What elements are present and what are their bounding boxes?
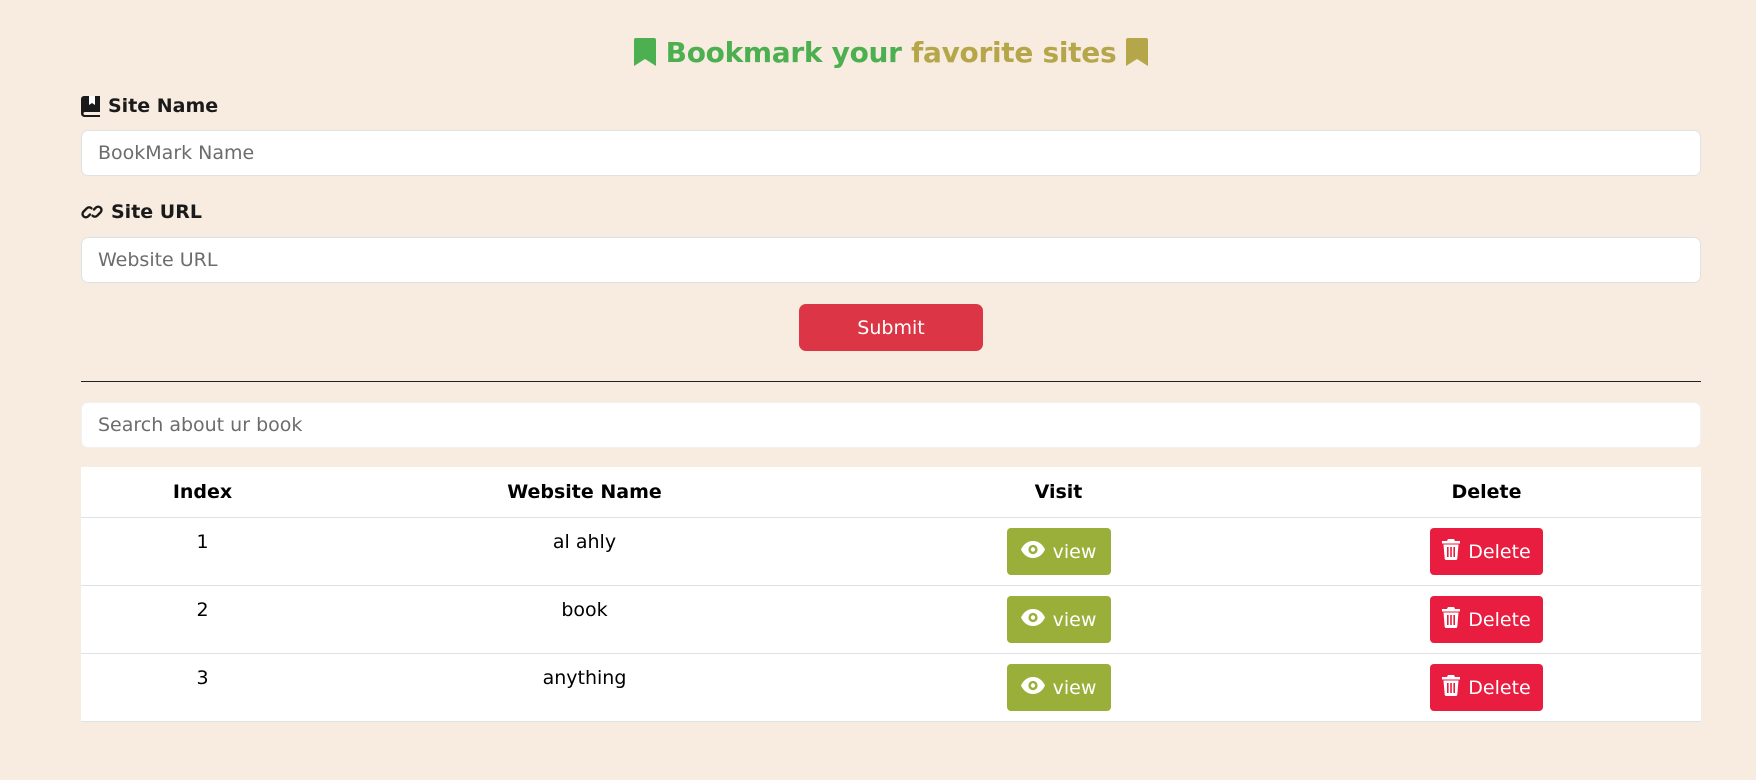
row-delete-cell: Delete: [1272, 585, 1701, 654]
row-website-name: book: [324, 585, 845, 654]
table-header-row: Index Website Name Visit Delete: [81, 467, 1701, 518]
header-website-name: Website Name: [324, 467, 845, 518]
eye-icon: [1020, 676, 1045, 699]
delete-button-label: Delete: [1468, 676, 1531, 699]
view-button[interactable]: view: [1006, 596, 1111, 643]
delete-button[interactable]: Delete: [1430, 596, 1543, 643]
delete-button-label: Delete: [1468, 608, 1531, 631]
page-title: Bookmark your favorite sites: [81, 34, 1701, 72]
delete-button[interactable]: Delete: [1430, 664, 1543, 711]
trash-icon: [1442, 538, 1461, 565]
table-row: 2 book view Delete: [81, 585, 1701, 654]
book-bookmark-icon: [81, 95, 100, 117]
bookmarks-table: Index Website Name Visit Delete 1 al ahl…: [81, 467, 1701, 722]
trash-icon: [1442, 674, 1461, 701]
row-index: 1: [81, 517, 324, 586]
row-website-name: al ahly: [324, 517, 845, 586]
row-index: 2: [81, 585, 324, 654]
view-button-label: view: [1052, 676, 1097, 699]
header-visit: Visit: [845, 467, 1272, 518]
header-delete: Delete: [1272, 467, 1701, 518]
view-button[interactable]: view: [1006, 528, 1111, 575]
site-url-label-text: Site URL: [111, 201, 202, 223]
row-visit-cell: view: [845, 585, 1272, 654]
view-button-label: view: [1052, 608, 1097, 631]
site-name-label-text: Site Name: [108, 95, 219, 117]
row-visit-cell: view: [845, 517, 1272, 586]
link-icon: [81, 203, 103, 221]
view-button-label: view: [1052, 540, 1097, 563]
title-part-green: Bookmark your: [665, 36, 902, 69]
bookmark-icon: [634, 36, 665, 69]
eye-icon: [1020, 540, 1045, 563]
site-name-input[interactable]: [81, 130, 1701, 176]
site-url-label: Site URL: [81, 199, 202, 225]
submit-button[interactable]: Submit: [799, 304, 983, 351]
row-visit-cell: view: [845, 653, 1272, 722]
row-delete-cell: Delete: [1272, 517, 1701, 586]
header-index: Index: [81, 467, 324, 518]
divider: [81, 381, 1701, 382]
delete-button-label: Delete: [1468, 540, 1531, 563]
trash-icon: [1442, 606, 1461, 633]
eye-icon: [1020, 608, 1045, 631]
table-row: 3 anything view Delete: [81, 653, 1701, 722]
row-website-name: anything: [324, 653, 845, 722]
row-delete-cell: Delete: [1272, 653, 1701, 722]
row-index: 3: [81, 653, 324, 722]
view-button[interactable]: view: [1006, 664, 1111, 711]
site-url-input[interactable]: [81, 237, 1701, 283]
table-row: 1 al ahly view Delete: [81, 517, 1701, 586]
title-part-olive: favorite sites: [911, 36, 1117, 69]
bookmark-icon: [1125, 36, 1148, 69]
search-input[interactable]: [81, 402, 1701, 448]
delete-button[interactable]: Delete: [1430, 528, 1543, 575]
site-name-label: Site Name: [81, 93, 218, 119]
